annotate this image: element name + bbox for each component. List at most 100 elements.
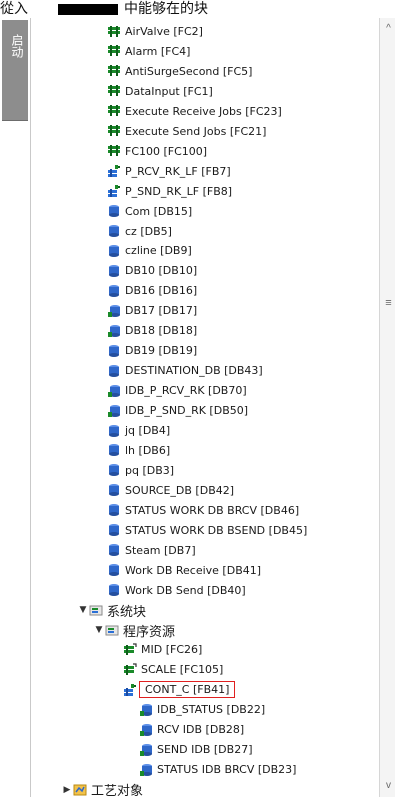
tree-item[interactable]: IDB_STATUS [DB22] bbox=[139, 700, 265, 719]
tree-item[interactable]: IDB_P_RCV_RK [DB70] bbox=[107, 381, 247, 400]
tree-item[interactable]: Steam [DB7] bbox=[107, 541, 196, 560]
expand-caret-open-icon[interactable]: ▼ bbox=[77, 605, 89, 615]
tree-item[interactable]: czline [DB9] bbox=[107, 241, 192, 260]
db-icon bbox=[107, 563, 121, 577]
tree-item[interactable]: RCV IDB [DB28] bbox=[139, 720, 244, 739]
idb-icon bbox=[139, 743, 153, 757]
db-icon bbox=[107, 264, 121, 278]
tree-item-label: 程序资源 bbox=[123, 624, 176, 640]
idb-icon bbox=[139, 723, 153, 737]
tree-item[interactable]: ▶ 工艺对象 bbox=[61, 780, 143, 797]
db-icon bbox=[107, 284, 121, 298]
tree-item[interactable]: lh [DB6] bbox=[107, 441, 170, 460]
tree-item-label: STATUS WORK DB BRCV [DB46] bbox=[125, 503, 300, 517]
db-icon bbox=[107, 483, 121, 497]
fc-icon bbox=[107, 44, 121, 58]
tree-item-label: pq [DB3] bbox=[125, 463, 175, 477]
tree-item[interactable]: DB16 [DB16] bbox=[107, 281, 197, 300]
side-tab-start[interactable]: 启动 bbox=[2, 20, 28, 121]
tree-item-label: DB16 [DB16] bbox=[125, 284, 198, 298]
tree-item[interactable]: DB19 [DB19] bbox=[107, 341, 197, 360]
fc-icon bbox=[107, 124, 121, 138]
tree-item[interactable]: DESTINATION_DB [DB43] bbox=[107, 361, 263, 380]
tree-item[interactable]: AntiSurgeSecond [FC5] bbox=[107, 62, 252, 81]
tree-item[interactable]: Execute Receive Jobs [FC23] bbox=[107, 102, 282, 121]
expand-caret-open-icon[interactable]: ▼ bbox=[93, 625, 105, 635]
tree-item[interactable]: jq [DB4] bbox=[107, 421, 170, 440]
tree-item[interactable]: Com [DB15] bbox=[107, 202, 192, 221]
idb-icon bbox=[107, 384, 121, 398]
scroll-grip-icon[interactable]: ≡ bbox=[383, 298, 394, 309]
tree-item-label: 系统块 bbox=[107, 604, 147, 620]
tree-item[interactable]: STATUS IDB BRCV [DB23] bbox=[139, 760, 296, 779]
tree-item-label: FC100 [FC100] bbox=[125, 144, 208, 158]
system-folder-icon bbox=[105, 623, 119, 637]
idb-icon bbox=[139, 703, 153, 717]
db-icon bbox=[107, 364, 121, 378]
tree-item[interactable]: DataInput [FC1] bbox=[107, 82, 213, 101]
tree-item[interactable]: DB18 [DB18] bbox=[107, 321, 197, 340]
tree-item[interactable]: FC100 [FC100] bbox=[107, 142, 207, 161]
tree-item[interactable]: DB10 [DB10] bbox=[107, 261, 197, 280]
tree-item-label: 工艺对象 bbox=[91, 784, 144, 797]
tree-item-label: STATUS WORK DB BSEND [DB45] bbox=[125, 523, 308, 537]
tree-item[interactable]: Work DB Send [DB40] bbox=[107, 581, 246, 600]
db-icon bbox=[107, 424, 121, 438]
tree-item[interactable]: SOURCE_DB [DB42] bbox=[107, 481, 234, 500]
caption-text-start: 從入 bbox=[0, 1, 28, 17]
tree-item-label: STATUS IDB BRCV [DB23] bbox=[157, 763, 297, 777]
idb-icon bbox=[107, 304, 121, 318]
tree-item-label: jq [DB4] bbox=[125, 424, 171, 437]
tree-item[interactable]: ▼ 程序资源 bbox=[93, 621, 175, 640]
tree-item[interactable]: DB17 [DB17] bbox=[107, 301, 197, 320]
tree-item[interactable]: MID [FC26] bbox=[123, 640, 202, 659]
fb-icon bbox=[107, 164, 121, 178]
tree-item-label: Com [DB15] bbox=[125, 204, 193, 218]
tree-item[interactable]: Execute Send Jobs [FC21] bbox=[107, 122, 266, 141]
tree-item[interactable]: Work DB Receive [DB41] bbox=[107, 561, 261, 580]
tree-item-label: Execute Receive Jobs [FC23] bbox=[125, 104, 282, 118]
project-tree-panel: AirValve [FC2] Alarm [FC4] AntiSurgeSecond… bbox=[30, 18, 395, 797]
caption-text: 從入 中能够在的块 bbox=[0, 0, 395, 18]
tree-item[interactable]: SEND IDB [DB27] bbox=[139, 740, 252, 759]
side-tab-label: 启动 bbox=[10, 34, 24, 58]
scroll-down-arrow-icon[interactable]: v bbox=[383, 781, 394, 791]
tree-item-label: cz [DB5] bbox=[125, 224, 172, 238]
fc-icon bbox=[107, 64, 121, 78]
tree-item-label: DB17 [DB17] bbox=[125, 304, 198, 318]
fc-icon bbox=[107, 104, 121, 118]
caption-text-end: 中能够在的块 bbox=[124, 1, 208, 17]
tree-item[interactable]: STATUS WORK DB BRCV [DB46] bbox=[107, 501, 299, 520]
vertical-scrollbar[interactable]: ^ ≡ v bbox=[379, 18, 395, 797]
tree-item[interactable]: SCALE [FC105] bbox=[123, 660, 223, 679]
tree-item[interactable]: P_RCV_RK_LF [FB7] bbox=[107, 162, 231, 181]
idb-icon bbox=[107, 404, 121, 418]
tree-item-label: DB18 [DB18] bbox=[125, 324, 198, 338]
tree-item-label: CONT_C [FB41] bbox=[139, 681, 236, 699]
fc-sys-icon bbox=[123, 663, 137, 677]
expand-caret-closed-icon[interactable]: ▶ bbox=[61, 785, 73, 795]
db-icon bbox=[107, 463, 121, 477]
tree-item-label: P_RCV_RK_LF [FB7] bbox=[125, 164, 231, 178]
fc-icon bbox=[107, 84, 121, 98]
tree-item-label: SOURCE_DB [DB42] bbox=[125, 483, 235, 497]
tree-item-selected[interactable]: CONT_C [FB41] bbox=[123, 680, 236, 699]
tree-item[interactable]: AirValve [FC2] bbox=[107, 22, 203, 41]
tree-item[interactable]: P_SND_RK_LF [FB8] bbox=[107, 182, 232, 201]
tree-item-label: DataInput [FC1] bbox=[125, 84, 213, 98]
tree-item-label: czline [DB9] bbox=[125, 244, 192, 258]
fc-icon bbox=[107, 25, 121, 39]
tree-item[interactable]: cz [DB5] bbox=[107, 222, 172, 241]
tree-item-label: AntiSurgeSecond [FC5] bbox=[125, 64, 253, 78]
db-icon bbox=[107, 583, 121, 597]
tree-item[interactable]: Alarm [FC4] bbox=[107, 42, 190, 61]
tree-item-label: IDB_STATUS [DB22] bbox=[157, 703, 266, 717]
idb-icon bbox=[107, 324, 121, 338]
tree-item[interactable]: STATUS WORK DB BSEND [DB45] bbox=[107, 521, 307, 540]
tree-item[interactable]: IDB_P_SND_RK [DB50] bbox=[107, 401, 248, 420]
tree-item-label: Execute Send Jobs [FC21] bbox=[125, 124, 267, 138]
tree-item[interactable]: pq [DB3] bbox=[107, 461, 174, 480]
tree-item[interactable]: ▼ 系统块 bbox=[77, 601, 146, 620]
tree-item-label: MID [FC26] bbox=[141, 643, 203, 657]
scroll-up-arrow-icon[interactable]: ^ bbox=[383, 24, 394, 34]
